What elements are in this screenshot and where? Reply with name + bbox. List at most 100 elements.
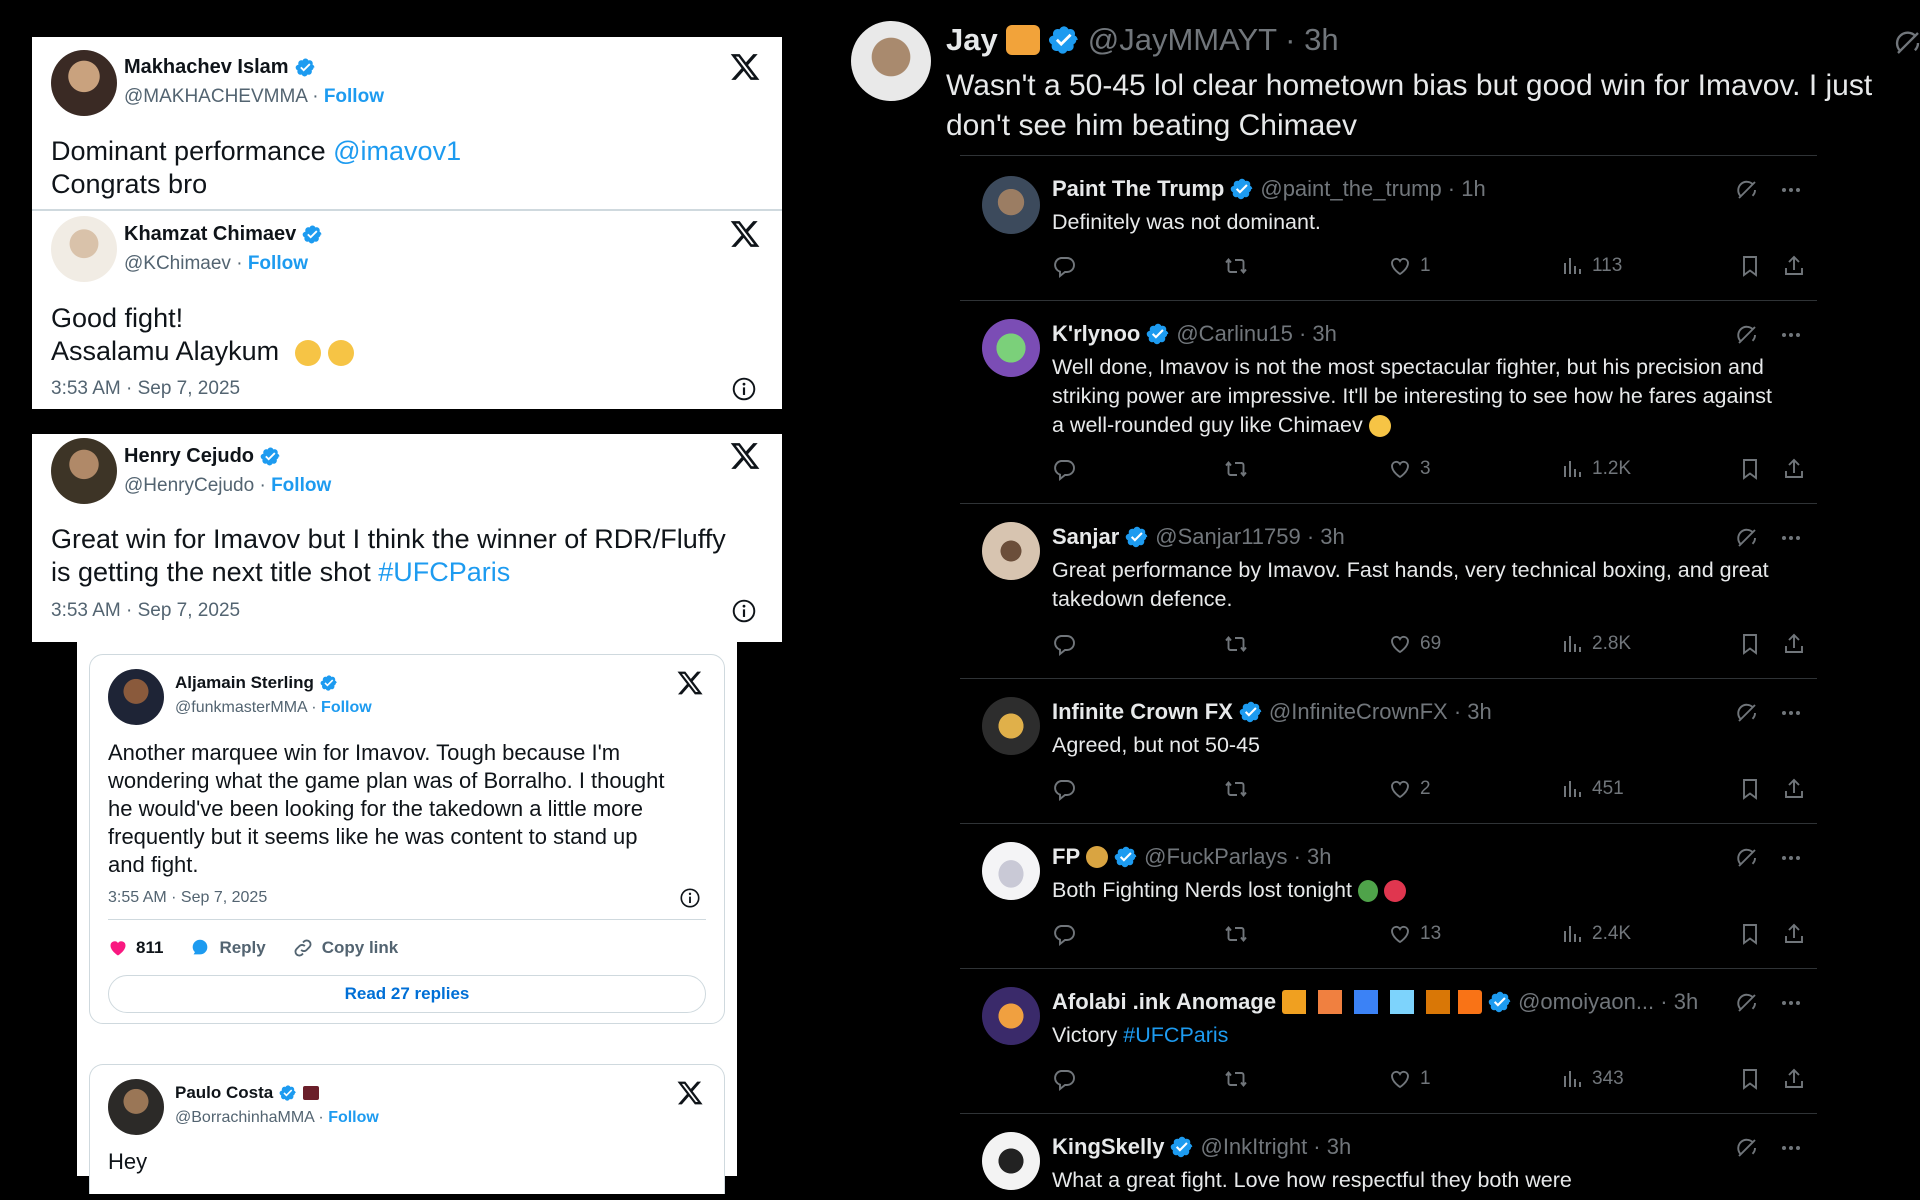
copy-link-button[interactable]: Copy link: [292, 937, 398, 959]
reply-button[interactable]: [1052, 1067, 1076, 1091]
bookmark-button[interactable]: [1738, 922, 1762, 946]
more-icon[interactable]: [1779, 701, 1803, 725]
more-icon[interactable]: [1779, 323, 1803, 347]
grok-icon[interactable]: [1893, 28, 1920, 58]
author-name[interactable]: Infinite Crown FX: [1052, 699, 1233, 725]
views-button[interactable]: 1.2K: [1560, 457, 1631, 481]
views-button[interactable]: 451: [1560, 777, 1624, 801]
grok-icon[interactable]: [1735, 846, 1759, 870]
share-button[interactable]: [1782, 1067, 1806, 1091]
author-name[interactable]: Henry Cejudo: [124, 445, 281, 468]
views-button[interactable]: 2.8K: [1560, 632, 1631, 656]
author-name[interactable]: Khamzat Chimaev: [124, 223, 323, 246]
reply-item[interactable]: FP @FuckParlays · 3h Both Fighting Nerds…: [960, 823, 1817, 968]
follow-button[interactable]: Follow: [248, 253, 308, 274]
more-icon[interactable]: [1779, 846, 1803, 870]
like-button[interactable]: 811: [108, 938, 163, 958]
author-name[interactable]: Sanjar: [1052, 524, 1119, 550]
avatar[interactable]: [51, 438, 117, 504]
grok-icon[interactable]: [1735, 991, 1759, 1015]
info-icon[interactable]: [731, 376, 757, 402]
avatar[interactable]: [982, 522, 1040, 580]
avatar[interactable]: [51, 216, 117, 282]
x-logo-icon[interactable]: [729, 51, 761, 83]
retweet-button[interactable]: [1224, 254, 1248, 278]
avatar[interactable]: [108, 669, 164, 725]
author-name[interactable]: Paulo Costa: [175, 1083, 320, 1103]
mention-link[interactable]: @imavov1: [333, 136, 461, 166]
reply-button[interactable]: [1052, 254, 1076, 278]
tweet-timestamp[interactable]: 3:53 AM · Sep 7, 2025: [51, 600, 240, 622]
share-button[interactable]: [1782, 632, 1806, 656]
avatar[interactable]: [982, 987, 1040, 1045]
like-button[interactable]: 1: [1388, 1067, 1431, 1091]
bookmark-button[interactable]: [1738, 457, 1762, 481]
reply-item[interactable]: Paint The Trump @paint_the_trump · 1h De…: [960, 155, 1817, 300]
avatar[interactable]: [982, 319, 1040, 377]
bookmark-button[interactable]: [1738, 777, 1762, 801]
author-name[interactable]: Makhachev Islam: [124, 56, 316, 79]
reply-item[interactable]: K'rlynoo @Carlinu15 · 3h Well done, Imav…: [960, 300, 1817, 503]
read-replies-button[interactable]: Read 27 replies: [108, 975, 706, 1013]
views-button[interactable]: 2.4K: [1560, 922, 1631, 946]
info-icon[interactable]: [731, 598, 757, 624]
more-icon[interactable]: [1779, 178, 1803, 202]
author-name[interactable]: Afolabi .ink Anomage: [1052, 989, 1276, 1015]
grok-icon[interactable]: [1735, 526, 1759, 550]
reply-item[interactable]: Sanjar @Sanjar11759 · 3h Great performan…: [960, 503, 1817, 678]
op-author-name[interactable]: Jay: [946, 22, 998, 58]
reply-button[interactable]: [1052, 777, 1076, 801]
share-button[interactable]: [1782, 777, 1806, 801]
retweet-button[interactable]: [1224, 457, 1248, 481]
x-logo-icon[interactable]: [729, 440, 761, 472]
like-button[interactable]: 69: [1388, 632, 1441, 656]
share-button[interactable]: [1782, 457, 1806, 481]
hashtag-link[interactable]: #UFCParis: [1123, 1023, 1228, 1047]
reply-button[interactable]: [1052, 922, 1076, 946]
reply-item[interactable]: Infinite Crown FX @InfiniteCrownFX · 3h …: [960, 678, 1817, 823]
author-name[interactable]: Aljamain Sterling: [175, 673, 338, 693]
x-logo-icon[interactable]: [676, 669, 704, 697]
avatar[interactable]: [108, 1079, 164, 1135]
views-button[interactable]: 113: [1560, 254, 1622, 278]
follow-button[interactable]: Follow: [324, 86, 384, 107]
grok-icon[interactable]: [1735, 178, 1759, 202]
reply-button[interactable]: [1052, 632, 1076, 656]
like-button[interactable]: 1: [1388, 254, 1431, 278]
author-name[interactable]: K'rlynoo: [1052, 321, 1140, 347]
avatar[interactable]: [51, 50, 117, 116]
bookmark-button[interactable]: [1738, 254, 1762, 278]
more-icon[interactable]: [1779, 1136, 1803, 1160]
follow-button[interactable]: Follow: [328, 1109, 379, 1126]
views-button[interactable]: 343: [1560, 1067, 1624, 1091]
avatar[interactable]: [982, 176, 1040, 234]
retweet-button[interactable]: [1224, 922, 1248, 946]
op-avatar[interactable]: [851, 21, 931, 101]
follow-button[interactable]: Follow: [271, 475, 331, 496]
more-icon[interactable]: [1779, 991, 1803, 1015]
author-name[interactable]: FP: [1052, 844, 1080, 870]
info-icon[interactable]: [679, 887, 701, 909]
retweet-button[interactable]: [1224, 632, 1248, 656]
tweet-timestamp[interactable]: 3:55 AM · Sep 7, 2025: [108, 889, 267, 907]
like-button[interactable]: 3: [1388, 457, 1431, 481]
like-button[interactable]: 13: [1388, 922, 1441, 946]
like-button[interactable]: 2: [1388, 777, 1431, 801]
reply-button[interactable]: Reply: [189, 937, 266, 959]
author-name[interactable]: Paint The Trump: [1052, 176, 1224, 202]
reply-item[interactable]: KingSkelly @InkItright · 3h What a great…: [960, 1113, 1817, 1200]
hashtag-link[interactable]: #UFCParis: [378, 557, 510, 587]
follow-button[interactable]: Follow: [321, 699, 372, 716]
share-button[interactable]: [1782, 922, 1806, 946]
reply-button[interactable]: [1052, 457, 1076, 481]
bookmark-button[interactable]: [1738, 632, 1762, 656]
avatar[interactable]: [982, 697, 1040, 755]
bookmark-button[interactable]: [1738, 1067, 1762, 1091]
grok-icon[interactable]: [1735, 1136, 1759, 1160]
share-button[interactable]: [1782, 254, 1806, 278]
retweet-button[interactable]: [1224, 1067, 1248, 1091]
tweet-timestamp[interactable]: 3:53 AM · Sep 7, 2025: [51, 378, 240, 400]
grok-icon[interactable]: [1735, 323, 1759, 347]
x-logo-icon[interactable]: [676, 1079, 704, 1107]
retweet-button[interactable]: [1224, 777, 1248, 801]
